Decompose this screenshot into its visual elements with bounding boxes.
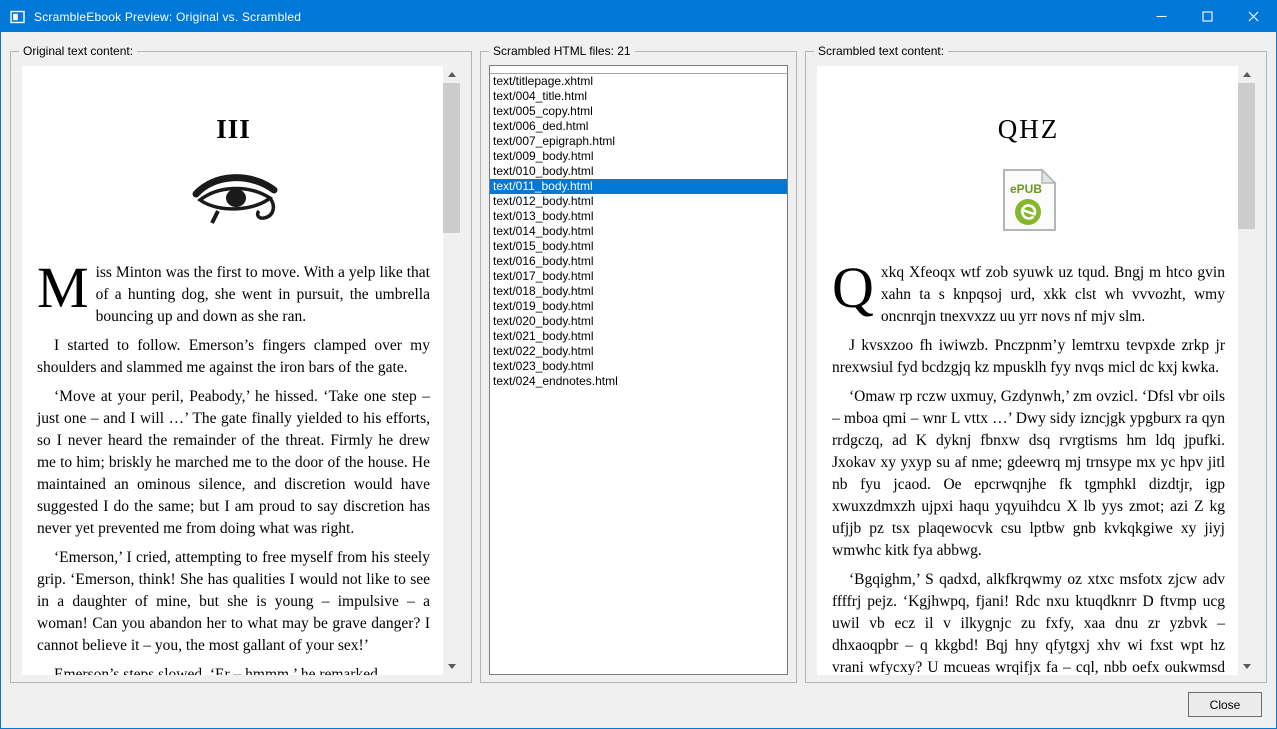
window-controls <box>1138 1 1276 32</box>
original-text-view[interactable]: III Miss Minton was the first to move. W… <box>22 66 460 675</box>
original-paragraphs: Miss Minton was the first to move. With … <box>37 255 430 676</box>
dropcap: M <box>37 255 89 320</box>
scroll-down-button[interactable] <box>443 658 460 675</box>
scroll-up-button[interactable] <box>1238 66 1255 83</box>
original-group-label: Original text content: <box>19 44 138 58</box>
book-paragraph: I started to follow. Emerson’s fingers c… <box>37 337 430 376</box>
file-list-item[interactable]: text/015_body.html <box>490 239 787 254</box>
book-paragraph: ‘Omaw rp rczw uxmuy, Gzdynwh,’ zm ovzicl… <box>832 388 1225 559</box>
file-list-item[interactable]: text/titlepage.xhtml <box>490 74 787 89</box>
scrambled-book-content: QHZ ePUB Qxkq Xfeoqx wtf zob syuwk uz tq… <box>817 66 1238 675</box>
titlebar[interactable]: ScrambleEbook Preview: Original vs. Scra… <box>1 1 1276 32</box>
scroll-down-button[interactable] <box>1238 658 1255 675</box>
file-list-item[interactable]: text/021_body.html <box>490 329 787 344</box>
book-paragraph: ‘Move at your peril, Peabody,’ he hissed… <box>37 388 430 537</box>
dropcap: Q <box>832 255 874 320</box>
scroll-thumb[interactable] <box>1238 83 1255 229</box>
scroll-up-button[interactable] <box>443 66 460 83</box>
file-list-item[interactable]: text/019_body.html <box>490 299 787 314</box>
maximize-icon <box>1201 11 1213 22</box>
close-window-button[interactable] <box>1230 1 1276 32</box>
arrow-up-icon <box>1242 72 1251 77</box>
file-list-item[interactable]: text/016_body.html <box>490 254 787 269</box>
scrambled-paragraphs: Qxkq Xfeoqx wtf zob syuwk uz tqud. Bngj … <box>832 255 1225 676</box>
app-icon <box>10 9 26 24</box>
scroll-thumb[interactable] <box>443 83 460 233</box>
original-chapter-heading: III <box>216 114 251 144</box>
scrambled-text-view[interactable]: QHZ ePUB Qxkq Xfeoqx wtf zob syuwk uz tq… <box>817 66 1255 675</box>
epub-logo-label: ePUB <box>1009 182 1041 196</box>
original-scrollbar[interactable] <box>443 66 460 675</box>
minimize-button[interactable] <box>1138 1 1184 32</box>
window-title: ScrambleEbook Preview: Original vs. Scra… <box>34 9 302 24</box>
original-book-content: III Miss Minton was the first to move. W… <box>22 66 443 675</box>
book-paragraph: Qxkq Xfeoqx wtf zob syuwk uz tqud. Bngj … <box>832 255 1225 326</box>
arrow-down-icon <box>447 664 456 669</box>
original-content-group: Original text content: III Miss Minton w… <box>10 44 472 683</box>
close-button[interactable]: Close <box>1188 692 1262 717</box>
book-paragraph: J kvsxzoo fh iwiwzb. Pnczpnm’y lemtrxu t… <box>832 337 1225 376</box>
file-list-item[interactable]: text/024_endnotes.html <box>490 374 787 389</box>
files-group-label: Scrambled HTML files: 21 <box>489 44 635 58</box>
file-list-item[interactable]: text/014_body.html <box>490 224 787 239</box>
file-list-item[interactable]: text/023_body.html <box>490 359 787 374</box>
maximize-button[interactable] <box>1184 1 1230 32</box>
files-group: Scrambled HTML files: 21 text/titlepage.… <box>480 44 797 683</box>
book-paragraph: Emerson’s steps slowed. ‘Er – hmmm,’ he … <box>54 666 382 675</box>
scrambled-content-group: Scrambled text content: QHZ ePUB Qxkq Xf… <box>805 44 1267 683</box>
scrambled-scrollbar[interactable] <box>1238 66 1255 675</box>
scrambled-chapter-heading: QHZ <box>997 114 1060 144</box>
file-list[interactable]: text/titlepage.xhtml text/004_title.html t… <box>489 65 788 675</box>
file-list-item[interactable]: text/011_body.html <box>490 179 787 194</box>
file-list-item[interactable]: text/004_title.html <box>490 89 787 104</box>
arrow-up-icon <box>447 72 456 77</box>
file-list-item[interactable]: text/018_body.html <box>490 284 787 299</box>
file-list-item[interactable]: text/013_body.html <box>490 209 787 224</box>
book-paragraph: ‘Bgqighm,’ S qadxd, alkfkrqwmy oz xtxc m… <box>832 571 1225 675</box>
file-list-item[interactable]: text/012_body.html <box>490 194 787 209</box>
client-area: Original text content: III Miss Minton w… <box>1 32 1276 728</box>
file-list-item[interactable]: text/020_body.html <box>490 314 787 329</box>
file-list-item[interactable]: text/022_body.html <box>490 344 787 359</box>
book-paragraph: ‘Emerson,’ I cried, attempting to free m… <box>37 549 430 654</box>
minimize-icon <box>1156 15 1166 18</box>
file-list-item[interactable]: text/006_ded.html <box>490 119 787 134</box>
eye-of-horus-image <box>37 168 430 232</box>
arrow-down-icon <box>1242 664 1251 669</box>
book-paragraph: Miss Minton was the first to move. With … <box>37 255 430 326</box>
file-list-item[interactable]: text/010_body.html <box>490 164 787 179</box>
file-list-item[interactable]: text/005_copy.html <box>490 104 787 119</box>
file-list-item[interactable]: text/017_body.html <box>490 269 787 284</box>
app-window: ScrambleEbook Preview: Original vs. Scra… <box>0 0 1277 729</box>
close-icon <box>1248 11 1258 22</box>
epub-logo-image: ePUB <box>832 168 1225 232</box>
file-list-item[interactable]: text/009_body.html <box>490 149 787 164</box>
file-list-item[interactable]: text/007_epigraph.html <box>490 134 787 149</box>
scrambled-group-label: Scrambled text content: <box>814 44 949 58</box>
